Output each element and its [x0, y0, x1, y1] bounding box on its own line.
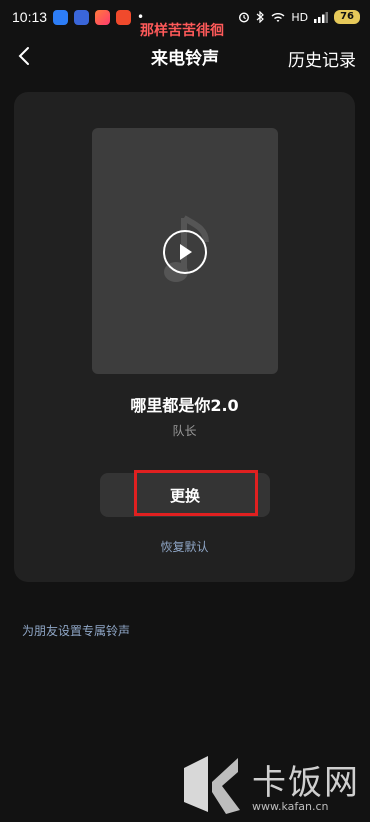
header: 来电铃声 历史记录 — [0, 38, 370, 74]
song-title: 哪里都是你2.0 — [130, 396, 239, 415]
app-notification-icon — [116, 9, 132, 25]
alarm-icon — [239, 12, 250, 23]
watermark-url: www.kafan.cn — [252, 800, 329, 813]
wifi-icon — [271, 12, 285, 22]
artist-name: 队长 — [172, 424, 197, 438]
app-notification-icon — [95, 9, 111, 25]
chevron-left-icon — [18, 47, 29, 65]
play-button[interactable] — [163, 230, 207, 274]
back-button[interactable] — [10, 42, 38, 70]
hd-badge: HD — [291, 10, 309, 24]
app-notification-icon — [74, 9, 90, 25]
watermark-brand: 卡饭网 — [252, 763, 360, 803]
status-time: 10:13 — [12, 9, 48, 25]
highlight-box — [134, 470, 258, 516]
history-button[interactable]: 历史记录 — [288, 46, 356, 71]
app-notification-icon — [53, 9, 69, 25]
restore-default-button[interactable]: 恢复默认 — [14, 538, 355, 555]
page-title: 来电铃声 — [151, 48, 219, 69]
signal-icon — [314, 11, 329, 23]
watermark-text: 那样苦苦徘徊 — [140, 23, 224, 39]
battery-indicator: 76 — [334, 10, 360, 24]
friend-ringtone-link[interactable]: 为朋友设置专属铃声 — [22, 622, 130, 639]
bluetooth-icon — [256, 11, 265, 23]
ringtone-card: 哪里都是你2.0 队长 更换 恢复默认 — [14, 92, 355, 582]
kafan-logo — [184, 756, 240, 814]
play-icon — [180, 244, 192, 260]
album-cover — [92, 128, 278, 374]
